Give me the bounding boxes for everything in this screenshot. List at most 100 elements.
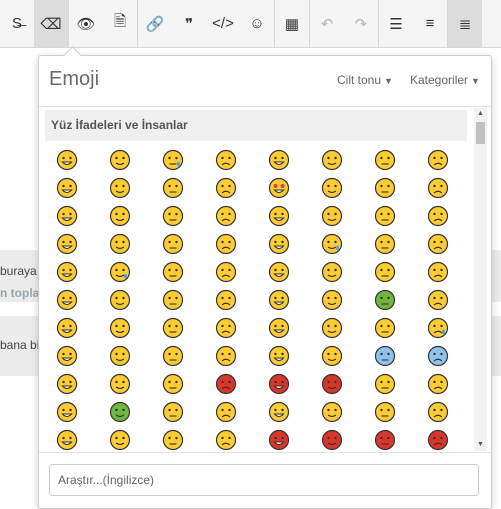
goblin-icon[interactable] xyxy=(427,429,449,451)
kissing-face-icon[interactable] xyxy=(374,177,396,199)
confused-face-icon[interactable] xyxy=(268,289,290,311)
clown-face-icon[interactable] xyxy=(374,401,396,423)
cowboy-face-icon[interactable] xyxy=(321,401,343,423)
grinning-face-icon[interactable] xyxy=(56,149,78,171)
thinking-face-icon[interactable] xyxy=(321,205,343,227)
smiling-devil-icon[interactable] xyxy=(268,429,290,451)
persevering-face-icon[interactable] xyxy=(268,233,290,255)
monocle-face-icon[interactable] xyxy=(162,429,184,451)
anxious-sweat-icon[interactable] xyxy=(374,345,396,367)
squinting-face-icon[interactable] xyxy=(427,149,449,171)
flushed-face-icon[interactable] xyxy=(56,373,78,395)
grimacing-face-icon[interactable] xyxy=(321,345,343,367)
neutral-face-icon[interactable] xyxy=(427,205,449,227)
redo-button[interactable]: ↷ xyxy=(344,0,378,47)
strikethrough-button[interactable]: S̶ xyxy=(0,0,34,47)
winking-face-icon[interactable] xyxy=(56,177,78,199)
yum-face-icon[interactable] xyxy=(162,177,184,199)
code-button[interactable]: </> xyxy=(206,0,240,47)
cursing-face-icon[interactable] xyxy=(321,373,343,395)
no-mouth-icon[interactable] xyxy=(109,233,131,255)
steam-nose-icon[interactable] xyxy=(321,317,343,339)
rolling-eyes-icon[interactable] xyxy=(162,233,184,255)
grinning-face-big-eyes-icon[interactable] xyxy=(268,149,290,171)
quote-button[interactable]: ❞ xyxy=(172,0,206,47)
frowning-face-icon[interactable] xyxy=(56,317,78,339)
align-button[interactable]: ≣ xyxy=(448,0,482,47)
expressionless-icon[interactable] xyxy=(56,233,78,255)
worried-face-icon[interactable] xyxy=(268,317,290,339)
kissing-smiling-eyes-icon[interactable] xyxy=(427,177,449,199)
sleeping-face-icon[interactable] xyxy=(215,261,237,283)
disappointed-face-icon[interactable] xyxy=(215,317,237,339)
sunglasses-face-icon[interactable] xyxy=(215,177,237,199)
heart-eyes-icon[interactable] xyxy=(268,177,290,199)
pouting-face-icon[interactable] xyxy=(215,373,237,395)
scrollbar[interactable]: ▲ ▼ xyxy=(474,108,487,451)
confounded-face-icon[interactable] xyxy=(162,317,184,339)
rolling-laughing-icon[interactable] xyxy=(215,149,237,171)
categories-dropdown[interactable]: Kategoriler ▼ xyxy=(410,73,480,87)
ogre-icon[interactable] xyxy=(374,429,396,451)
sneezing-face-icon[interactable] xyxy=(162,401,184,423)
vomiting-face-icon[interactable] xyxy=(109,401,131,423)
hand-over-mouth-icon[interactable] xyxy=(109,429,131,451)
table-button[interactable]: ▦ xyxy=(275,0,309,47)
grinning-smiling-eyes-icon[interactable] xyxy=(321,149,343,171)
crying-face-icon[interactable] xyxy=(374,317,396,339)
hushed-face-icon[interactable] xyxy=(374,233,396,255)
hugging-face-icon[interactable] xyxy=(215,205,237,227)
emoji-search-input[interactable] xyxy=(49,464,479,496)
emoji-button[interactable]: ☺ xyxy=(240,0,274,47)
dizzy-face-icon[interactable] xyxy=(162,373,184,395)
undo-button[interactable]: ↶ xyxy=(310,0,344,47)
downcast-sweat-icon[interactable] xyxy=(162,289,184,311)
screaming-fear-icon[interactable] xyxy=(427,345,449,367)
kissing-closed-eyes-icon[interactable] xyxy=(56,205,78,227)
exploding-head-icon[interactable] xyxy=(268,345,290,367)
scroll-up-icon[interactable]: ▲ xyxy=(474,108,487,120)
scroll-down-icon[interactable]: ▼ xyxy=(474,439,487,451)
raised-eyebrow-icon[interactable] xyxy=(374,205,396,227)
skin-tone-dropdown[interactable]: Cilt tonu ▼ xyxy=(337,73,393,87)
content-link[interactable]: n topla xyxy=(0,286,39,300)
fearful-face-icon[interactable] xyxy=(162,345,184,367)
tongue-out-icon[interactable] xyxy=(321,261,343,283)
zany-face-icon[interactable] xyxy=(109,373,131,395)
sleepy-face-icon[interactable] xyxy=(109,261,131,283)
angry-devil-icon[interactable] xyxy=(321,429,343,451)
open-mouth-icon[interactable] xyxy=(56,261,78,283)
lying-face-icon[interactable] xyxy=(427,401,449,423)
smiling-eyes-icon[interactable] xyxy=(109,177,131,199)
smiling-face-icon[interactable] xyxy=(109,205,131,227)
shushing-face-icon[interactable] xyxy=(56,429,78,451)
slightly-smiling-icon[interactable] xyxy=(162,205,184,227)
angry-face-icon[interactable] xyxy=(268,373,290,395)
loudly-crying-icon[interactable] xyxy=(427,317,449,339)
emoji-scroll-area[interactable]: Yüz İfadeleri ve İnsanlar xyxy=(39,108,491,451)
smirking-face-icon[interactable] xyxy=(215,233,237,255)
sad-relieved-icon[interactable] xyxy=(321,233,343,255)
winking-tongue-icon[interactable] xyxy=(374,261,396,283)
nerd-face-icon[interactable] xyxy=(215,429,237,451)
bandage-face-icon[interactable] xyxy=(56,401,78,423)
squinting-tongue-icon[interactable] xyxy=(427,261,449,283)
slightly-frowning-icon[interactable] xyxy=(109,317,131,339)
document-button[interactable]: 🗎 xyxy=(103,0,137,47)
unamused-face-icon[interactable] xyxy=(109,289,131,311)
halo-face-icon[interactable] xyxy=(268,401,290,423)
tired-face-icon[interactable] xyxy=(162,261,184,283)
weary-face-icon[interactable] xyxy=(215,345,237,367)
grinning-sweat-icon[interactable] xyxy=(374,149,396,171)
tears-of-joy-icon[interactable] xyxy=(162,149,184,171)
eraser-button[interactable]: ⌫ xyxy=(34,0,68,47)
bullet-list-button[interactable]: ☰ xyxy=(379,0,413,47)
star-struck-icon[interactable] xyxy=(268,205,290,227)
scroll-thumb[interactable] xyxy=(476,122,485,144)
preview-button[interactable]: 👁 xyxy=(69,0,103,47)
upside-down-icon[interactable] xyxy=(321,289,343,311)
beaming-face-icon[interactable] xyxy=(109,149,131,171)
anguished-face-icon[interactable] xyxy=(109,345,131,367)
thermometer-face-icon[interactable] xyxy=(427,373,449,395)
zipper-mouth-icon[interactable] xyxy=(427,233,449,255)
